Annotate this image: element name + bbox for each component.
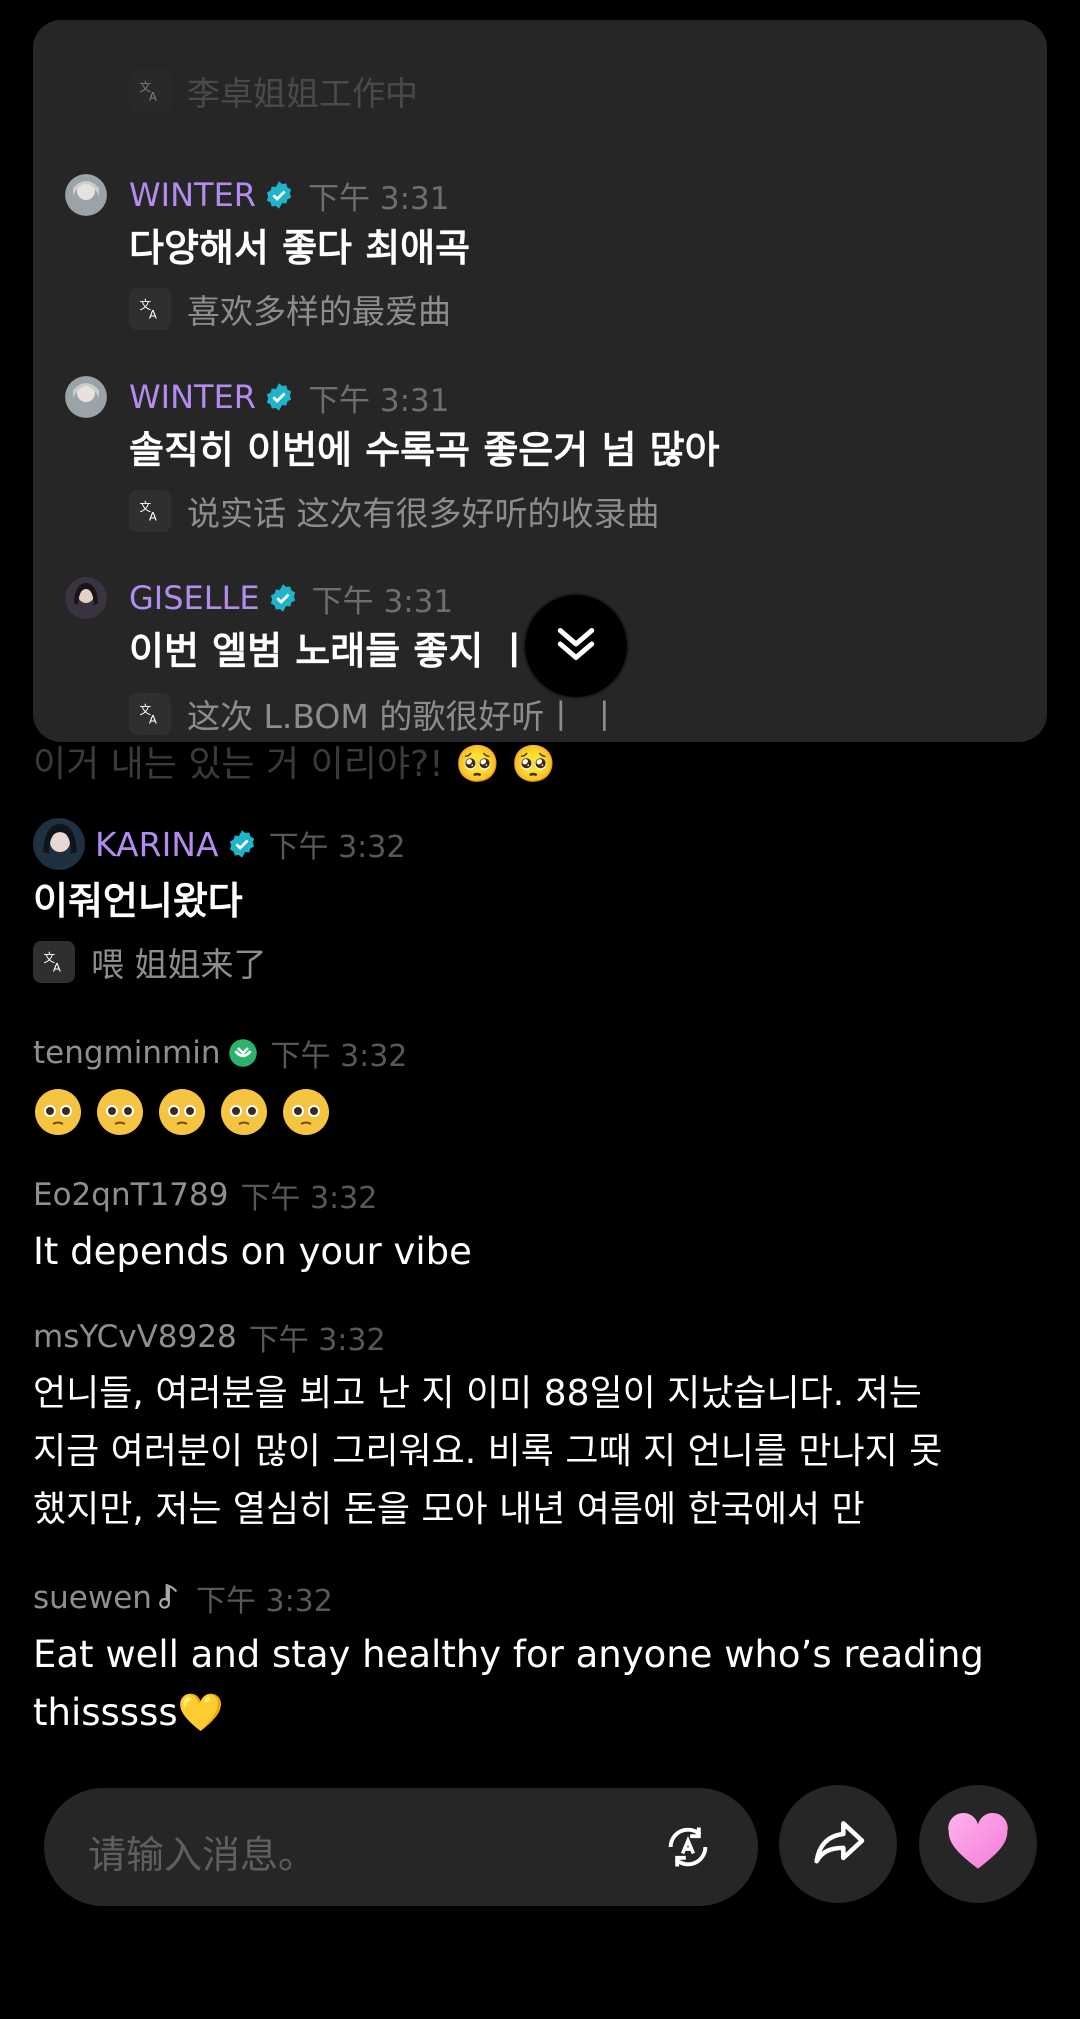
username[interactable]: WINTER: [129, 378, 256, 416]
verified-icon: [264, 180, 294, 210]
username[interactable]: msYCvV8928: [33, 1319, 237, 1355]
avatar[interactable]: [65, 174, 107, 216]
message-input[interactable]: 请输入消息。: [44, 1788, 758, 1906]
share-button[interactable]: [779, 1785, 897, 1903]
avatar[interactable]: [33, 818, 85, 870]
chat-message: Eo2qnT1789 下午 3:32 It depends on your vi…: [33, 1173, 1047, 1281]
like-button[interactable]: [919, 1785, 1037, 1903]
pinned-top-translation: 文A 李卓姐姐工作中: [129, 67, 418, 115]
translation-text: 这次 L.BOM 的歌很好听丨 丨: [187, 697, 621, 736]
message-text: 언니들, 여러분을 뵈고 난 지 이미 88일이 지났습니다. 저는 지금 여러…: [33, 1373, 943, 1530]
share-icon: [806, 1810, 870, 1878]
emoji-row: [33, 1087, 1047, 1137]
music-note-icon: [158, 1583, 184, 1613]
pleading-face-emoji: [221, 1089, 267, 1135]
translation-text: 喂 姐姐来了: [91, 945, 267, 984]
message-text: It depends on your vibe: [33, 1230, 472, 1273]
message-text: 이줘언니왔다: [33, 879, 243, 923]
chat-message: KARINA 下午 3:32 이줘언니왔다 文A 喂 姐姐来了: [33, 818, 1047, 986]
translate-icon[interactable]: 文A: [129, 490, 171, 532]
chevron-double-down-icon: [549, 617, 603, 675]
username[interactable]: suewen: [33, 1580, 152, 1616]
message-text: 다양해서 좋다 최애곡: [129, 226, 471, 270]
translation-text: 说实话 这次有很多好听的收录曲: [187, 494, 660, 533]
heart-icon: [946, 1812, 1010, 1876]
svg-text:A: A: [149, 712, 157, 726]
chat-message: tengminmin 下午 3:32: [33, 1031, 1047, 1137]
avatar[interactable]: [65, 376, 107, 418]
chat-message: suewen 下午 3:32 Eat well and stay healthy…: [33, 1576, 1047, 1742]
translate-icon: 文A: [129, 70, 171, 112]
translate-icon[interactable]: 文A: [33, 941, 75, 983]
auto-translate-icon[interactable]: [656, 1815, 720, 1879]
message-text: Eat well and stay healthy for anyone who…: [33, 1633, 984, 1734]
message-text: 이번 엘범 노래들 좋지 ㅣ ㅣ: [129, 629, 580, 673]
scroll-down-button[interactable]: [523, 593, 629, 699]
verified-icon: [264, 382, 294, 412]
translate-icon[interactable]: 文A: [129, 693, 171, 735]
pleading-face-emoji: [35, 1089, 81, 1135]
pinned-messages-panel[interactable]: 文A 李卓姐姐工作中 WINTER 下午 3:31 다양해서 좋다 최애곡 文A…: [33, 20, 1047, 742]
faded-message-text: 이거 내는 있는 거 이리야?! 🥺 🥺: [33, 744, 557, 785]
username[interactable]: tengminmin: [33, 1035, 220, 1071]
svg-text:A: A: [149, 509, 157, 523]
verified-icon: [227, 829, 257, 859]
pleading-face-emoji: [283, 1089, 329, 1135]
username[interactable]: KARINA: [95, 825, 219, 864]
translation-text: 喜欢多样的最爱曲: [187, 292, 451, 331]
input-placeholder: 请输入消息。: [88, 1833, 317, 1877]
avatar[interactable]: [65, 577, 107, 619]
pleading-face-emoji: [159, 1089, 205, 1135]
svg-text:A: A: [149, 89, 157, 103]
svg-text:A: A: [149, 307, 157, 321]
verified-green-icon: [228, 1038, 258, 1068]
pleading-face-emoji: [97, 1089, 143, 1135]
translate-icon[interactable]: 文A: [129, 288, 171, 330]
chat-message: msYCvV8928 下午 3:32 언니들, 여러분을 뵈고 난 지 이미 8…: [33, 1315, 1047, 1539]
username[interactable]: WINTER: [129, 176, 256, 214]
verified-icon: [268, 583, 298, 613]
svg-text:A: A: [53, 960, 61, 974]
username[interactable]: GISELLE: [129, 579, 260, 617]
username[interactable]: Eo2qnT1789: [33, 1177, 228, 1213]
message-text: 솔직히 이번에 수록곡 좋은거 넘 많아: [129, 428, 720, 472]
